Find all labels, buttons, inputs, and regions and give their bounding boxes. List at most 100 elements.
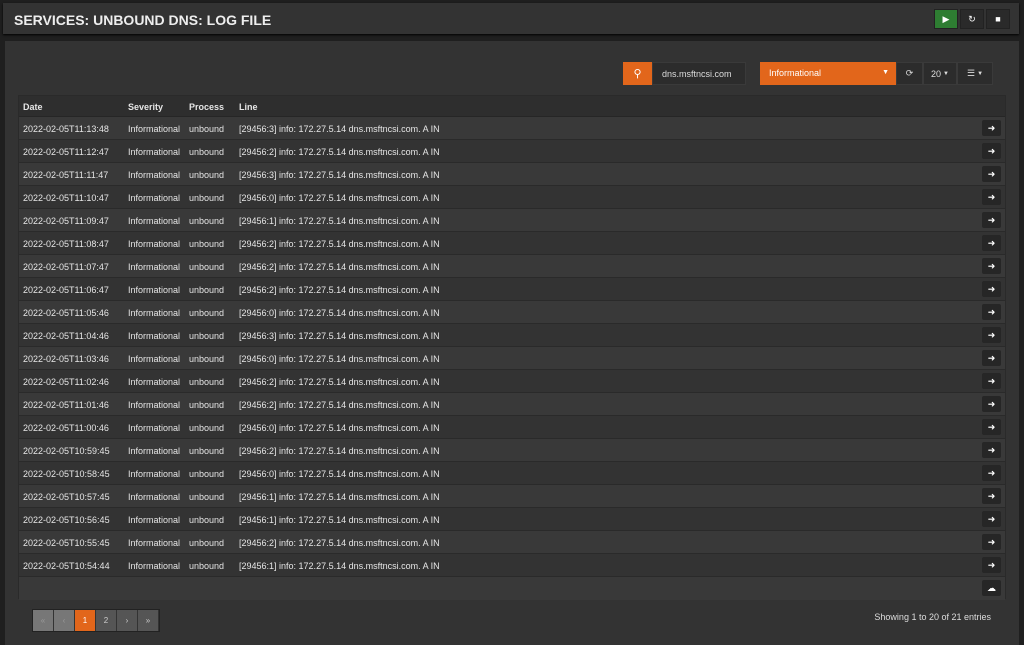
arrow-right-icon[interactable]: ➜ <box>982 350 1001 366</box>
cell-severity: Informational <box>128 308 181 318</box>
arrow-right-icon[interactable]: ➜ <box>982 120 1001 136</box>
table-row: 2022-02-05T11:12:47 Informational unbound [… <box>19 140 1005 163</box>
cell-date: 2022-02-05T10:57:45 <box>23 492 110 502</box>
arrow-right-icon[interactable]: ➜ <box>982 373 1001 389</box>
cell-date: 2022-02-05T10:55:45 <box>23 538 110 548</box>
severity-value: Informational <box>769 68 822 78</box>
cell-line: [29456:0] info: 172.27.5.14 dns.msftncsi… <box>239 354 440 364</box>
download-icon[interactable]: ☁ <box>982 580 1001 596</box>
stop-icon[interactable]: ■ <box>986 9 1010 29</box>
cell-process: unbound <box>189 469 225 479</box>
restart-icon[interactable]: ↻ <box>960 9 984 29</box>
cell-process: unbound <box>189 492 225 502</box>
table-row: 2022-02-05T10:59:45 Informational unbound [… <box>19 439 1005 462</box>
arrow-right-icon[interactable]: ➜ <box>982 396 1001 412</box>
search-input[interactable] <box>652 62 746 85</box>
table-row: 2022-02-05T11:02:46 Informational unbound [… <box>19 370 1005 393</box>
cell-line: [29456:1] info: 172.27.5.14 dns.msftncsi… <box>239 216 440 226</box>
cell-process: unbound <box>189 216 225 226</box>
cell-line: [29456:1] info: 172.27.5.14 dns.msftncsi… <box>239 561 440 571</box>
cell-date: 2022-02-05T10:54:44 <box>23 561 110 571</box>
column-date[interactable]: Date <box>23 102 43 112</box>
refresh-icon[interactable]: ⟳ <box>896 62 923 85</box>
cell-severity: Informational <box>128 400 181 410</box>
arrow-right-icon[interactable]: ➜ <box>982 327 1001 343</box>
page-1-button[interactable]: 1 <box>75 610 96 631</box>
first-page-button[interactable]: « <box>33 610 54 631</box>
arrow-right-icon[interactable]: ➜ <box>982 511 1001 527</box>
table-row: 2022-02-05T10:54:44 Informational unbound [… <box>19 554 1005 577</box>
column-process[interactable]: Process <box>189 102 224 112</box>
next-page-button[interactable]: › <box>117 610 138 631</box>
caret-down-icon: ▼ <box>882 69 889 76</box>
cell-process: unbound <box>189 262 225 272</box>
page-title: SERVICES: UNBOUND DNS: LOG FILE <box>14 12 272 28</box>
cell-severity: Informational <box>128 216 181 226</box>
arrow-right-icon[interactable]: ➜ <box>982 189 1001 205</box>
arrow-right-icon[interactable]: ➜ <box>982 419 1001 435</box>
content-panel: ⚲ Informational ▼ ⟳ 20▼ ☰▼ Date Severity… <box>5 41 1019 645</box>
cell-line: [29456:3] info: 172.27.5.14 dns.msftncsi… <box>239 331 440 341</box>
arrow-right-icon[interactable]: ➜ <box>982 258 1001 274</box>
severity-select[interactable]: Informational ▼ <box>760 62 896 85</box>
arrow-right-icon[interactable]: ➜ <box>982 212 1001 228</box>
cell-process: unbound <box>189 377 225 387</box>
entries-info: Showing 1 to 20 of 21 entries <box>874 612 991 622</box>
cell-line: [29456:1] info: 172.27.5.14 dns.msftncsi… <box>239 492 440 502</box>
page-header: SERVICES: UNBOUND DNS: LOG FILE ▶ ↻ ■ <box>3 3 1019 34</box>
arrow-right-icon[interactable]: ➜ <box>982 557 1001 573</box>
cell-date: 2022-02-05T11:05:46 <box>23 308 109 318</box>
cell-process: unbound <box>189 147 225 157</box>
arrow-right-icon[interactable]: ➜ <box>982 143 1001 159</box>
column-severity[interactable]: Severity <box>128 102 163 112</box>
page-size-dropdown[interactable]: 20 ▼ <box>923 62 957 85</box>
page-size-value: 20 <box>931 68 942 79</box>
arrow-right-icon[interactable]: ➜ <box>982 465 1001 481</box>
cell-date: 2022-02-05T11:01:46 <box>23 400 109 410</box>
cell-line: [29456:0] info: 172.27.5.14 dns.msftncsi… <box>239 423 440 433</box>
cell-severity: Informational <box>128 147 181 157</box>
table-footer: ☁ <box>19 577 1005 600</box>
cell-line: [29456:0] info: 172.27.5.14 dns.msftncsi… <box>239 469 440 479</box>
cell-process: unbound <box>189 538 225 548</box>
cell-date: 2022-02-05T11:02:46 <box>23 377 109 387</box>
cell-severity: Informational <box>128 515 181 525</box>
arrow-right-icon[interactable]: ➜ <box>982 534 1001 550</box>
arrow-right-icon[interactable]: ➜ <box>982 304 1001 320</box>
table-row: 2022-02-05T11:11:47 Informational unbound [… <box>19 163 1005 186</box>
pagination: « ‹ 1 2 › » <box>32 609 160 632</box>
cell-severity: Informational <box>128 354 181 364</box>
cell-severity: Informational <box>128 423 181 433</box>
cell-date: 2022-02-05T10:59:45 <box>23 446 110 456</box>
cell-severity: Informational <box>128 561 181 571</box>
cell-line: [29456:0] info: 172.27.5.14 dns.msftncsi… <box>239 308 440 318</box>
arrow-right-icon[interactable]: ➜ <box>982 281 1001 297</box>
table-row: 2022-02-05T11:03:46 Informational unbound [… <box>19 347 1005 370</box>
arrow-right-icon[interactable]: ➜ <box>982 442 1001 458</box>
cell-date: 2022-02-05T11:06:47 <box>23 285 109 295</box>
cell-process: unbound <box>189 400 225 410</box>
prev-page-button[interactable]: ‹ <box>54 610 75 631</box>
table-row: 2022-02-05T11:06:47 Informational unbound [… <box>19 278 1005 301</box>
arrow-right-icon[interactable]: ➜ <box>982 235 1001 251</box>
cell-process: unbound <box>189 561 225 571</box>
column-line[interactable]: Line <box>239 102 258 112</box>
columns-icon[interactable]: ☰ ▼ <box>957 62 993 85</box>
search-icon[interactable]: ⚲ <box>623 62 652 85</box>
cell-date: 2022-02-05T11:11:47 <box>23 170 109 180</box>
log-table: Date Severity Process Line 2022-02-05T11… <box>18 95 1006 600</box>
cell-date: 2022-02-05T11:04:46 <box>23 331 109 341</box>
cell-date: 2022-02-05T10:58:45 <box>23 469 110 479</box>
cell-process: unbound <box>189 124 225 134</box>
arrow-right-icon[interactable]: ➜ <box>982 488 1001 504</box>
cell-severity: Informational <box>128 170 181 180</box>
cell-process: unbound <box>189 515 225 525</box>
play-icon[interactable]: ▶ <box>934 9 958 29</box>
cell-process: unbound <box>189 285 225 295</box>
cell-process: unbound <box>189 193 225 203</box>
cell-severity: Informational <box>128 262 181 272</box>
cell-process: unbound <box>189 239 225 249</box>
page-2-button[interactable]: 2 <box>96 610 117 631</box>
last-page-button[interactable]: » <box>138 610 159 631</box>
arrow-right-icon[interactable]: ➜ <box>982 166 1001 182</box>
